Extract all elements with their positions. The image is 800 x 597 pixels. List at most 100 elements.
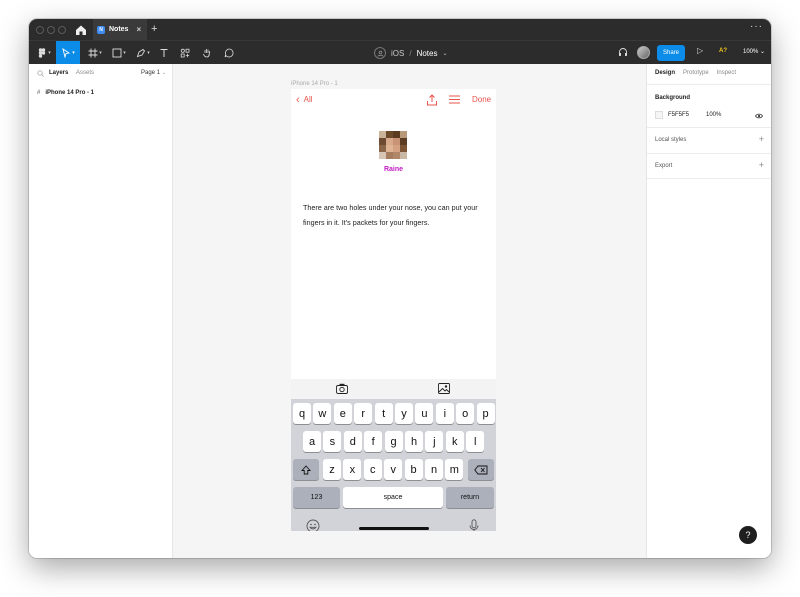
shape-tool-button[interactable]: ▾ bbox=[109, 41, 129, 65]
tab-inspect[interactable]: Inspect bbox=[717, 70, 736, 76]
add-style-icon[interactable]: + bbox=[759, 134, 764, 144]
return-key[interactable]: return bbox=[446, 487, 494, 508]
shift-key[interactable] bbox=[293, 459, 319, 480]
background-hex-input[interactable]: F5F5F5 bbox=[668, 112, 689, 118]
tab-design[interactable]: Design bbox=[655, 70, 675, 76]
main-menu-button[interactable]: ▾ bbox=[33, 41, 55, 65]
resources-icon bbox=[180, 48, 190, 58]
breadcrumb[interactable]: iOS / Notes ⌄ bbox=[374, 47, 448, 59]
chevron-down-icon[interactable]: ⌄ bbox=[442, 50, 447, 57]
key-f[interactable]: f bbox=[364, 431, 383, 452]
figma-file-icon: N bbox=[97, 25, 105, 34]
resources-tool-button[interactable] bbox=[177, 41, 193, 65]
camera-icon[interactable] bbox=[336, 383, 348, 394]
key-h[interactable]: h bbox=[405, 431, 423, 452]
tab-layers[interactable]: Layers bbox=[49, 70, 68, 76]
backspace-key[interactable] bbox=[468, 459, 494, 480]
help-button[interactable]: ? bbox=[739, 526, 757, 544]
iphone-frame[interactable]: ‹ All Done Raine There are two holes und… bbox=[291, 89, 496, 531]
comment-tool-button[interactable] bbox=[221, 41, 237, 65]
key-p[interactable]: p bbox=[476, 403, 495, 424]
space-key[interactable]: space bbox=[343, 487, 443, 508]
share-button[interactable]: Share bbox=[657, 45, 685, 61]
key-b[interactable]: b bbox=[404, 459, 423, 480]
key-r[interactable]: r bbox=[354, 403, 373, 424]
key-y[interactable]: y bbox=[395, 403, 413, 424]
ios-keyboard: qwertyuiop asdfghjkl zxcvbnm 123 space r… bbox=[291, 399, 496, 531]
key-k[interactable]: k bbox=[445, 431, 464, 452]
zoom-level-dropdown[interactable]: 100% ⌄ bbox=[743, 48, 765, 55]
tab-close-icon[interactable]: × bbox=[136, 25, 141, 34]
hand-tool-button[interactable] bbox=[199, 41, 215, 65]
file-tab-notes[interactable]: N Notes × bbox=[93, 19, 147, 40]
key-s[interactable]: s bbox=[323, 431, 342, 452]
add-export-icon[interactable]: + bbox=[759, 160, 764, 170]
chevron-left-icon: ‹ bbox=[296, 93, 300, 106]
breadcrumb-separator: / bbox=[409, 48, 412, 58]
more-options-icon[interactable]: ··· bbox=[750, 21, 763, 32]
share-icon[interactable] bbox=[426, 94, 438, 106]
key-g[interactable]: g bbox=[384, 431, 403, 452]
present-play-icon[interactable]: ▷ bbox=[697, 46, 703, 55]
contact-avatar bbox=[379, 131, 407, 159]
key-z[interactable]: z bbox=[323, 459, 341, 480]
breadcrumb-project[interactable]: iOS bbox=[391, 49, 404, 58]
right-panel-tabs: Design Prototype Inspect bbox=[655, 70, 736, 76]
contact-name: Raine bbox=[383, 166, 404, 173]
breadcrumb-file[interactable]: Notes bbox=[417, 49, 438, 58]
key-d[interactable]: d bbox=[343, 431, 362, 452]
microphone-icon[interactable] bbox=[469, 519, 479, 531]
tab-assets[interactable]: Assets bbox=[76, 70, 94, 76]
eye-icon[interactable] bbox=[755, 113, 763, 119]
accessibility-check-button[interactable]: A? bbox=[719, 48, 727, 54]
key-n[interactable]: n bbox=[425, 459, 443, 480]
frame-label[interactable]: iPhone 14 Pro - 1 bbox=[291, 81, 338, 87]
keyboard-accessory-bar bbox=[291, 379, 496, 399]
minimize-window-button[interactable] bbox=[47, 26, 55, 34]
key-c[interactable]: c bbox=[363, 459, 382, 480]
text-tool-button[interactable] bbox=[156, 41, 172, 65]
maximize-window-button[interactable] bbox=[58, 26, 66, 34]
key-j[interactable]: j bbox=[425, 431, 444, 452]
photo-library-icon[interactable] bbox=[438, 383, 450, 394]
page-selector[interactable]: Page 1 ⌄ bbox=[141, 70, 166, 76]
note-body-text[interactable]: There are two holes under your nose, you… bbox=[303, 200, 488, 230]
key-o[interactable]: o bbox=[456, 403, 475, 424]
key-u[interactable]: u bbox=[415, 403, 434, 424]
tab-prototype[interactable]: Prototype bbox=[683, 70, 709, 76]
frame-icon: # bbox=[37, 90, 41, 96]
key-x[interactable]: x bbox=[343, 459, 362, 480]
home-icon[interactable] bbox=[75, 24, 87, 36]
frame-tool-button[interactable]: ▾ bbox=[85, 41, 105, 65]
background-color-swatch[interactable] bbox=[655, 111, 663, 119]
add-tab-button[interactable]: + bbox=[151, 23, 157, 35]
key-q[interactable]: q bbox=[293, 403, 311, 424]
key-w[interactable]: w bbox=[313, 403, 332, 424]
user-avatar[interactable] bbox=[637, 46, 650, 59]
emoji-icon[interactable] bbox=[306, 519, 320, 531]
key-l[interactable]: l bbox=[466, 431, 485, 452]
team-icon bbox=[374, 47, 386, 59]
key-t[interactable]: t bbox=[374, 403, 393, 424]
pen-tool-button[interactable]: ▾ bbox=[133, 41, 153, 65]
key-a[interactable]: a bbox=[303, 431, 321, 452]
key-e[interactable]: e bbox=[333, 403, 352, 424]
headphones-icon[interactable] bbox=[618, 47, 628, 59]
back-button[interactable]: ‹ All bbox=[296, 93, 313, 106]
key-m[interactable]: m bbox=[445, 459, 464, 480]
local-styles-heading: Local styles bbox=[655, 137, 687, 143]
close-window-button[interactable] bbox=[36, 26, 44, 34]
key-v[interactable]: v bbox=[384, 459, 403, 480]
done-button[interactable]: Done bbox=[472, 95, 491, 104]
numbers-key[interactable]: 123 bbox=[293, 487, 340, 508]
background-opacity-input[interactable]: 100% bbox=[706, 112, 721, 118]
background-section: Background F5F5F5 100% bbox=[647, 84, 771, 127]
delete-icon bbox=[474, 465, 488, 474]
key-i[interactable]: i bbox=[435, 403, 454, 424]
layer-row-frame[interactable]: # iPhone 14 Pro - 1 bbox=[37, 90, 94, 96]
canvas[interactable]: iPhone 14 Pro - 1 ‹ All Done Raine There… bbox=[174, 64, 646, 558]
pen-icon bbox=[137, 48, 146, 58]
list-menu-icon[interactable] bbox=[449, 95, 460, 104]
move-tool-button[interactable]: ▾ bbox=[56, 41, 80, 65]
background-heading: Background bbox=[655, 95, 691, 101]
